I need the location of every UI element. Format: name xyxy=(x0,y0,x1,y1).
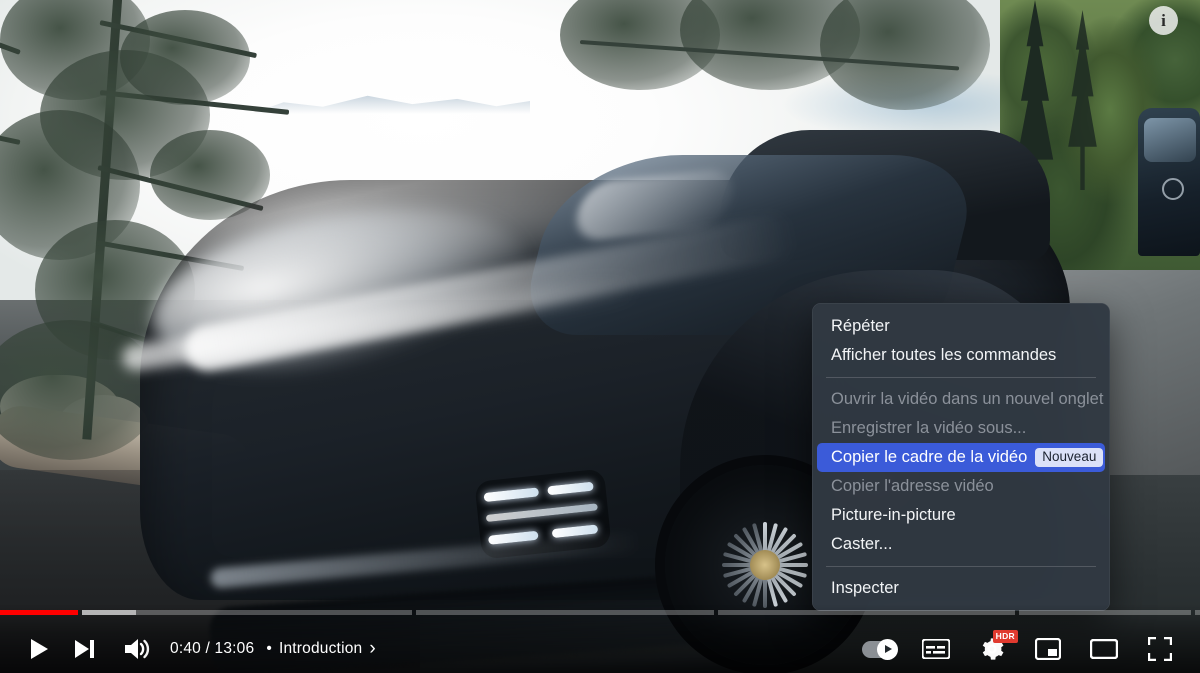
menu-item-label: Picture-in-picture xyxy=(831,506,956,524)
player-controls[interactable]: 0:40 / 13:06 • Introduction › HDR xyxy=(0,605,1200,673)
context-menu-group-2: Ouvrir la vidéo dans un nouvel onglet En… xyxy=(812,385,1110,559)
progress-chapter[interactable] xyxy=(416,610,714,615)
info-icon-glyph: i xyxy=(1161,10,1166,30)
menu-item-repeat[interactable]: Répéter xyxy=(817,312,1105,341)
menu-item-label: Répéter xyxy=(831,317,890,335)
new-badge: Nouveau xyxy=(1035,448,1104,467)
van-logo-icon xyxy=(1162,178,1184,200)
menu-item-cast[interactable]: Caster... xyxy=(817,530,1105,559)
theater-button[interactable] xyxy=(1076,626,1132,672)
context-menu[interactable]: Répéter Afficher toutes les commandes Ou… xyxy=(812,303,1110,611)
time-display: 0:40 / 13:06 xyxy=(170,640,254,658)
context-menu-group-1: Répéter Afficher toutes les commandes xyxy=(812,312,1110,370)
menu-separator-1 xyxy=(826,377,1096,378)
progress-chapter[interactable] xyxy=(1019,610,1191,615)
chapter-title: Introduction xyxy=(278,640,363,657)
chapter-bullet: • xyxy=(266,640,272,657)
progress-chapter[interactable] xyxy=(1195,610,1200,615)
fullscreen-button[interactable] xyxy=(1132,626,1188,672)
autoplay-knob xyxy=(877,638,898,660)
time-separator: / xyxy=(205,640,210,657)
menu-item-label: Afficher toutes les commandes xyxy=(831,346,1057,364)
video-player[interactable]: i Répéter Afficher toutes les commandes … xyxy=(0,0,1200,673)
progress-chapter[interactable] xyxy=(718,610,1015,615)
current-time: 0:40 xyxy=(170,640,201,657)
volume-button[interactable] xyxy=(114,626,160,672)
chapter-indicator[interactable]: • Introduction › xyxy=(266,638,376,660)
menu-item-label: Caster... xyxy=(831,535,893,553)
wheel-hub-logo xyxy=(750,550,780,580)
menu-separator-2 xyxy=(826,566,1096,567)
menu-item-picture-in-picture[interactable]: Picture-in-picture xyxy=(817,501,1105,530)
next-button[interactable] xyxy=(62,626,108,672)
menu-item-show-all-controls[interactable]: Afficher toutes les commandes xyxy=(817,341,1105,370)
chevron-right-icon[interactable]: › xyxy=(369,638,376,660)
autoplay-switch[interactable] xyxy=(862,638,898,660)
menu-item-save-video-as: Enregistrer la vidéo sous... xyxy=(817,414,1105,443)
total-time: 13:06 xyxy=(214,640,255,657)
settings-button[interactable]: HDR xyxy=(964,626,1020,672)
context-menu-group-3: Inspecter xyxy=(812,574,1110,603)
menu-item-label: Enregistrer la vidéo sous... xyxy=(831,419,1027,437)
progress-played xyxy=(0,610,78,615)
menu-item-label: Copier le cadre de la vidéo xyxy=(831,448,1028,466)
menu-item-inspect[interactable]: Inspecter xyxy=(817,574,1105,603)
progress-buffered xyxy=(82,610,136,615)
controls-row: 0:40 / 13:06 • Introduction › HDR xyxy=(0,625,1200,673)
menu-item-open-video-new-tab: Ouvrir la vidéo dans un nouvel onglet xyxy=(817,385,1105,414)
progress-chapter[interactable] xyxy=(0,610,78,615)
info-icon[interactable]: i xyxy=(1149,6,1178,35)
menu-item-copy-video-address: Copier l'adresse vidéo xyxy=(817,472,1105,501)
van-windshield xyxy=(1144,118,1196,162)
autoplay-toggle[interactable] xyxy=(850,626,908,672)
subtitles-button[interactable] xyxy=(908,626,964,672)
menu-item-label: Ouvrir la vidéo dans un nouvel onglet xyxy=(831,390,1104,408)
menu-item-label: Copier l'adresse vidéo xyxy=(831,477,994,495)
pine-branch-top xyxy=(560,0,990,140)
hdr-badge: HDR xyxy=(992,630,1018,643)
progress-chapter[interactable] xyxy=(82,610,412,615)
progress-bar[interactable] xyxy=(0,610,1200,615)
play-button[interactable] xyxy=(16,626,62,672)
miniplayer-button[interactable] xyxy=(1020,626,1076,672)
menu-item-label: Inspecter xyxy=(831,579,899,597)
menu-item-copy-video-frame[interactable]: Copier le cadre de la vidéo Nouveau xyxy=(817,443,1105,472)
